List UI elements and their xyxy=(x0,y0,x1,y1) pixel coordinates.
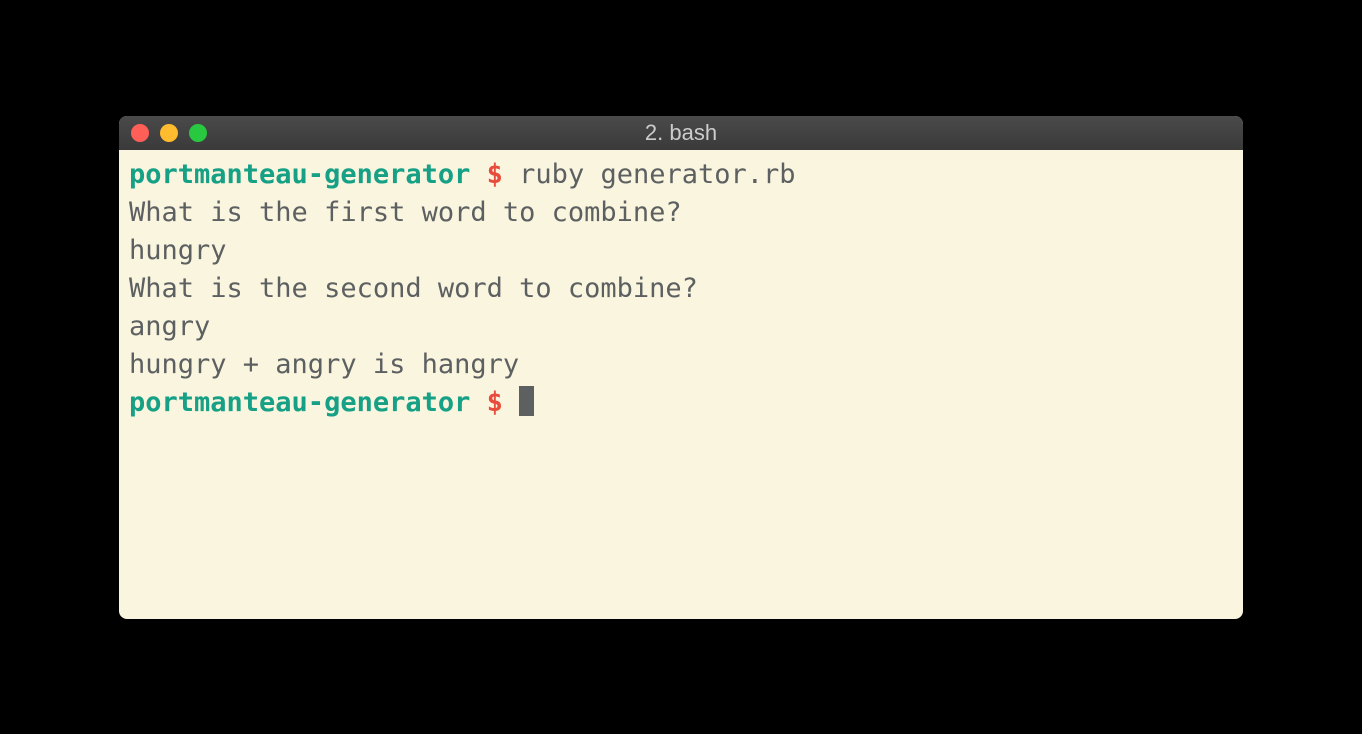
output-line-3: What is the second word to combine? xyxy=(129,270,1233,308)
window-title: 2. bash xyxy=(119,120,1243,146)
title-bar: 2. bash xyxy=(119,116,1243,150)
output-line-4: angry xyxy=(129,308,1233,346)
terminal-window: 2. bash portmanteau-generator $ ruby gen… xyxy=(119,116,1243,619)
prompt-symbol: $ xyxy=(487,159,503,190)
prompt-dir: portmanteau-generator xyxy=(129,159,470,190)
prompt-dir-2: portmanteau-generator xyxy=(129,387,470,418)
minimize-button[interactable] xyxy=(160,124,178,142)
traffic-lights xyxy=(131,124,207,142)
output-line-5: hungry + angry is hangry xyxy=(129,346,1233,384)
maximize-button[interactable] xyxy=(189,124,207,142)
prompt-symbol-2: $ xyxy=(487,387,503,418)
terminal-line-prompt: portmanteau-generator $ xyxy=(129,384,1233,422)
output-line-2: hungry xyxy=(129,232,1233,270)
output-line-1: What is the first word to combine? xyxy=(129,194,1233,232)
cursor-icon xyxy=(519,386,534,416)
close-button[interactable] xyxy=(131,124,149,142)
terminal-body[interactable]: portmanteau-generator $ ruby generator.r… xyxy=(119,150,1243,619)
command-text: ruby generator.rb xyxy=(519,159,795,190)
terminal-line-1: portmanteau-generator $ ruby generator.r… xyxy=(129,156,1233,194)
